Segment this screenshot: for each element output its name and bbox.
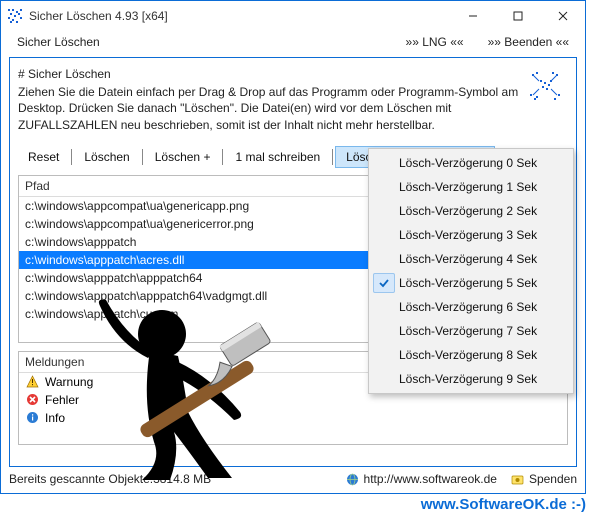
menubar: Sicher Löschen »» LNG «« »» Beenden ««: [1, 31, 585, 53]
scatter-icon: [524, 66, 568, 133]
delay-option-label: Lösch-Verzögerung 7 Sek: [399, 324, 537, 338]
delay-option[interactable]: Lösch-Verzögerung 2 Sek: [371, 199, 571, 223]
app-icon: [7, 8, 23, 24]
delay-option-label: Lösch-Verzögerung 8 Sek: [399, 348, 537, 362]
minimize-button[interactable]: [450, 1, 495, 31]
delay-option-label: Lösch-Verzögerung 2 Sek: [399, 204, 537, 218]
delete-plus-button[interactable]: Löschen +: [145, 146, 221, 168]
donate-icon: [511, 472, 525, 486]
delay-option[interactable]: Lösch-Verzögerung 4 Sek: [371, 247, 571, 271]
delay-option-label: Lösch-Verzögerung 4 Sek: [399, 252, 537, 266]
reset-button[interactable]: Reset: [18, 146, 69, 168]
delay-option-label: Lösch-Verzögerung 1 Sek: [399, 180, 537, 194]
delay-option[interactable]: Lösch-Verzögerung 8 Sek: [371, 343, 571, 367]
delay-option[interactable]: Lösch-Verzögerung 9 Sek: [371, 367, 571, 391]
menu-main[interactable]: Sicher Löschen: [11, 35, 106, 49]
delay-option-label: Lösch-Verzögerung 6 Sek: [399, 300, 537, 314]
delay-option-label: Lösch-Verzögerung 3 Sek: [399, 228, 537, 242]
delete-button[interactable]: Löschen: [74, 146, 139, 168]
message-label: Fehler: [45, 393, 79, 407]
info-body: Ziehen Sie die Datein einfach per Drag &…: [18, 84, 524, 133]
message-row[interactable]: Info: [19, 409, 567, 427]
delay-option-label: Lösch-Verzögerung 0 Sek: [399, 156, 537, 170]
status-url-link[interactable]: http://www.softwareok.de: [346, 472, 497, 486]
window-title: Sicher Löschen 4.93 [x64]: [29, 9, 168, 23]
statusbar: Bereits gescannte Objekte:3814.8 MB http…: [9, 469, 577, 489]
check-icon: [374, 274, 394, 292]
menu-exit[interactable]: »» Beenden ««: [482, 35, 575, 49]
menu-language[interactable]: »» LNG ««: [400, 35, 470, 49]
write-once-button[interactable]: 1 mal schreiben: [225, 146, 330, 168]
delay-option[interactable]: Lösch-Verzögerung 7 Sek: [371, 319, 571, 343]
delay-option[interactable]: Lösch-Verzögerung 0 Sek: [371, 151, 571, 175]
donate-link[interactable]: Spenden: [511, 472, 577, 486]
info-icon: [25, 411, 39, 425]
globe-icon: [346, 472, 360, 486]
status-scanned: Bereits gescannte Objekte:3814.8 MB: [9, 472, 211, 486]
error-icon: [25, 393, 39, 407]
donate-label: Spenden: [529, 472, 577, 486]
warning-icon: [25, 375, 39, 389]
maximize-button[interactable]: [495, 1, 540, 31]
message-label: Info: [45, 411, 65, 425]
delay-option[interactable]: Lösch-Verzögerung 3 Sek: [371, 223, 571, 247]
delay-option[interactable]: Lösch-Verzögerung 6 Sek: [371, 295, 571, 319]
delay-option-label: Lösch-Verzögerung 9 Sek: [399, 372, 537, 386]
status-url: http://www.softwareok.de: [364, 472, 497, 486]
message-label: Warnung: [45, 375, 93, 389]
close-button[interactable]: [540, 1, 585, 31]
delay-dropdown-menu[interactable]: Lösch-Verzögerung 0 Sek Lösch-Verzögerung…: [368, 148, 574, 394]
delay-option[interactable]: Lösch-Verzögerung 1 Sek: [371, 175, 571, 199]
info-box: # Sicher Löschen Ziehen Sie die Datein e…: [18, 64, 568, 141]
watermark: www.SoftwareOK.de :-): [421, 496, 586, 513]
info-heading: # Sicher Löschen: [18, 66, 524, 82]
delay-option[interactable]: Lösch-Verzögerung 5 Sek: [371, 271, 571, 295]
delay-option-label: Lösch-Verzögerung 5 Sek: [399, 276, 537, 290]
titlebar: Sicher Löschen 4.93 [x64]: [1, 1, 585, 31]
